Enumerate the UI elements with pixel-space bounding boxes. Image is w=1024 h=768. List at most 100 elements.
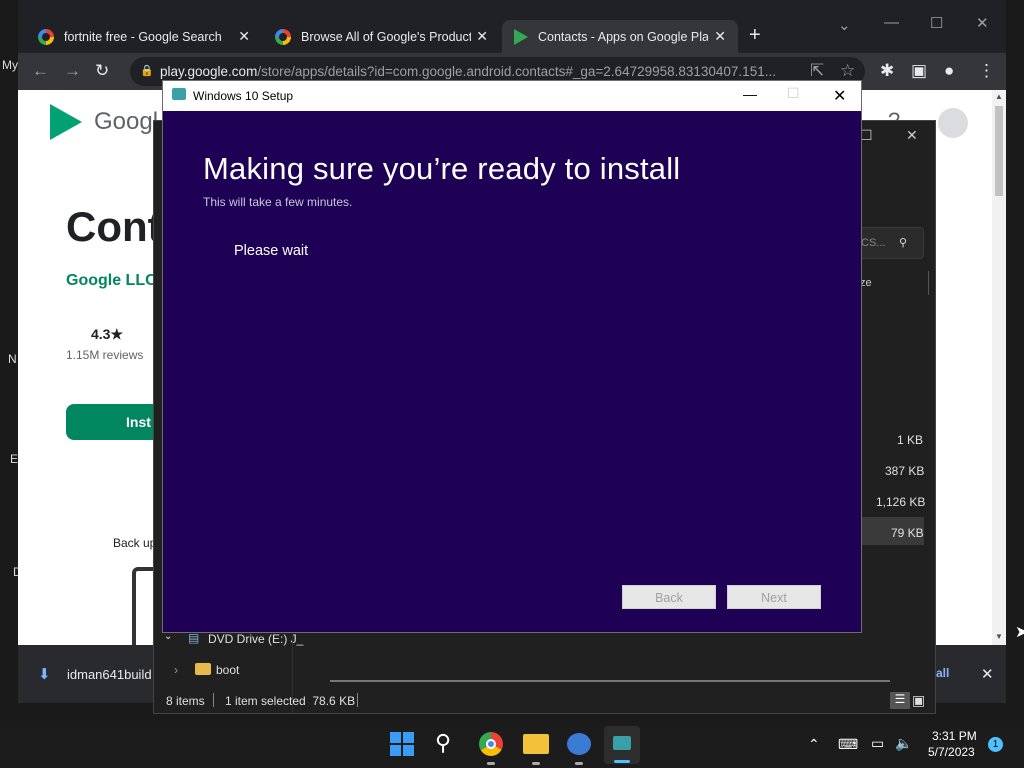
tab-search-icon[interactable]: ⌄	[838, 16, 851, 34]
close-download-bar-icon[interactable]: ✕	[981, 665, 994, 683]
running-indicator	[487, 762, 495, 765]
google-g-icon	[38, 28, 54, 45]
bookmark-star-icon[interactable]: ☆	[840, 61, 855, 81]
close-tab-icon[interactable]: ✕	[238, 28, 250, 45]
scroll-down-icon[interactable]: ▼	[995, 632, 1003, 641]
next-button[interactable]: Next	[727, 585, 821, 609]
close-window-icon[interactable]: ✕	[833, 86, 846, 106]
menu-icon[interactable]: ⋮	[978, 61, 995, 81]
mouse-cursor-icon: ➤	[1015, 624, 1024, 641]
show-hidden-icons-chevron-icon[interactable]: ⌃	[808, 736, 820, 753]
desktop-icon-label[interactable]: N	[8, 352, 17, 366]
running-indicator	[575, 762, 583, 765]
rating-value: 4.3★	[91, 326, 124, 342]
back-button[interactable]: Back	[622, 585, 716, 609]
window-title: Windows 10 Setup	[193, 89, 294, 103]
chrome-taskbar-icon[interactable]	[479, 732, 503, 756]
url-path: /store/apps/details?id=com.google.androi…	[257, 64, 776, 79]
setup-taskbar-button[interactable]	[604, 726, 640, 764]
close-tab-icon[interactable]: ✕	[714, 28, 726, 45]
tab-title: Contacts - Apps on Google Play	[538, 29, 708, 44]
details-view-icon[interactable]: ☰	[890, 692, 910, 709]
share-icon[interactable]: ⇱	[810, 61, 824, 81]
file-size: 1 KB	[897, 433, 924, 447]
setup-status: Please wait	[234, 243, 309, 259]
download-filename[interactable]: idman641build	[67, 667, 152, 682]
url-host: play.google.com	[160, 64, 258, 79]
page-scrollbar[interactable]: ▲ ▼	[992, 90, 1006, 645]
tree-item-dvd-drive[interactable]: DVD Drive (E:) J_	[208, 632, 303, 646]
new-tab-button[interactable]: +	[749, 24, 761, 47]
running-indicator	[532, 762, 540, 765]
scroll-up-icon[interactable]: ▲	[995, 92, 1003, 101]
google-play-logo-icon[interactable]	[50, 104, 82, 140]
tab-fortnite-search[interactable]: fortnite free - Google Search ✕	[26, 20, 262, 53]
desktop-icon-label[interactable]: E	[10, 452, 18, 466]
back-icon[interactable]: ←	[32, 61, 49, 81]
search-icon: ⚲	[899, 237, 908, 249]
maximize-icon: ☐	[787, 85, 800, 101]
setup-heading: Making sure you’re ready to install	[203, 151, 681, 186]
download-file-icon: ⬇	[38, 666, 51, 683]
close-window-icon[interactable]: ✕	[976, 14, 989, 32]
folder-icon	[195, 663, 211, 675]
windows-setup-dialog: Windows 10 Setup — ☐ ✕ Making sure you’r…	[162, 80, 862, 633]
tab-title: Browse All of Google's Products	[301, 29, 471, 44]
lock-icon[interactable]: 🔒	[140, 57, 154, 86]
install-label: Inst	[126, 414, 151, 430]
close-window-icon[interactable]: ✕	[906, 127, 918, 144]
maximize-icon[interactable]: ☐	[930, 14, 943, 32]
taskbar: ⚲ ⌃ ⌨ ▭ 🔈 3:31 PM 5/7/2023 1	[0, 722, 1024, 768]
show-all-link[interactable]: all	[936, 666, 949, 680]
reload-icon[interactable]: ↻	[95, 61, 109, 81]
notification-badge[interactable]: 1	[988, 737, 1003, 752]
profile-icon[interactable]: ●	[944, 61, 954, 81]
google-play-wordmark[interactable]: Googl	[94, 108, 158, 136]
setup-taskbar-icon	[613, 736, 631, 750]
minimize-icon[interactable]: —	[743, 86, 757, 102]
file-size: 1,126 KB	[876, 495, 926, 509]
avatar[interactable]	[938, 108, 968, 138]
tiles-view-icon[interactable]: ▣	[912, 692, 925, 709]
app-title: Cont	[66, 203, 162, 250]
tab-google-products[interactable]: Browse All of Google's Products ✕	[263, 20, 500, 53]
chevron-right-icon[interactable]: ›	[174, 663, 178, 677]
status-divider	[213, 693, 214, 707]
status-selection: 1 item selected 78.6 KB	[225, 694, 356, 708]
status-item-count: 8 items	[166, 694, 205, 708]
minimize-icon[interactable]: —	[884, 14, 899, 31]
start-windows-icon[interactable]	[390, 732, 414, 756]
tab-title: fortnite free - Google Search	[64, 29, 222, 44]
setup-subtitle: This will take a few minutes.	[203, 195, 353, 209]
file-size: 79 KB	[891, 526, 924, 540]
file-size: 387 KB	[885, 464, 925, 478]
clock-date[interactable]: 5/7/2023	[928, 745, 975, 759]
desktop-icon-label[interactable]: My	[2, 58, 18, 72]
tab-strip: fortnite free - Google Search ✕ Browse A…	[18, 0, 1006, 53]
volume-icon[interactable]: 🔈	[895, 735, 912, 752]
close-tab-icon[interactable]: ✕	[476, 28, 488, 45]
search-placeholder: CS...	[861, 237, 886, 249]
extensions-icon[interactable]: ✱	[880, 61, 894, 81]
file-explorer-taskbar-icon[interactable]	[523, 734, 549, 754]
side-panel-icon[interactable]: ▣	[911, 61, 927, 81]
idm-taskbar-icon[interactable]	[567, 733, 591, 755]
search-icon[interactable]: ⚲	[435, 730, 451, 756]
tab-contacts-play[interactable]: Contacts - Apps on Google Play ✕	[502, 20, 738, 53]
scroll-thumb[interactable]	[995, 106, 1003, 196]
tree-item-boot[interactable]: boot	[216, 663, 239, 677]
horizontal-scrollbar[interactable]	[330, 680, 890, 682]
google-g-icon	[275, 28, 291, 45]
network-icon[interactable]: ▭	[871, 735, 884, 752]
chrome-center	[486, 739, 496, 749]
forward-icon[interactable]: →	[64, 61, 81, 81]
status-divider	[357, 693, 358, 707]
backup-text: Back up	[113, 536, 157, 550]
keyboard-icon[interactable]: ⌨	[838, 736, 858, 753]
developer-link[interactable]: Google LLC	[66, 272, 157, 290]
dvd-drive-icon: ▤	[188, 631, 200, 645]
google-play-icon	[514, 28, 528, 45]
setup-app-icon	[172, 88, 186, 100]
clock-time[interactable]: 3:31 PM	[932, 729, 977, 743]
setup-titlebar[interactable]: Windows 10 Setup — ☐ ✕	[163, 81, 861, 111]
